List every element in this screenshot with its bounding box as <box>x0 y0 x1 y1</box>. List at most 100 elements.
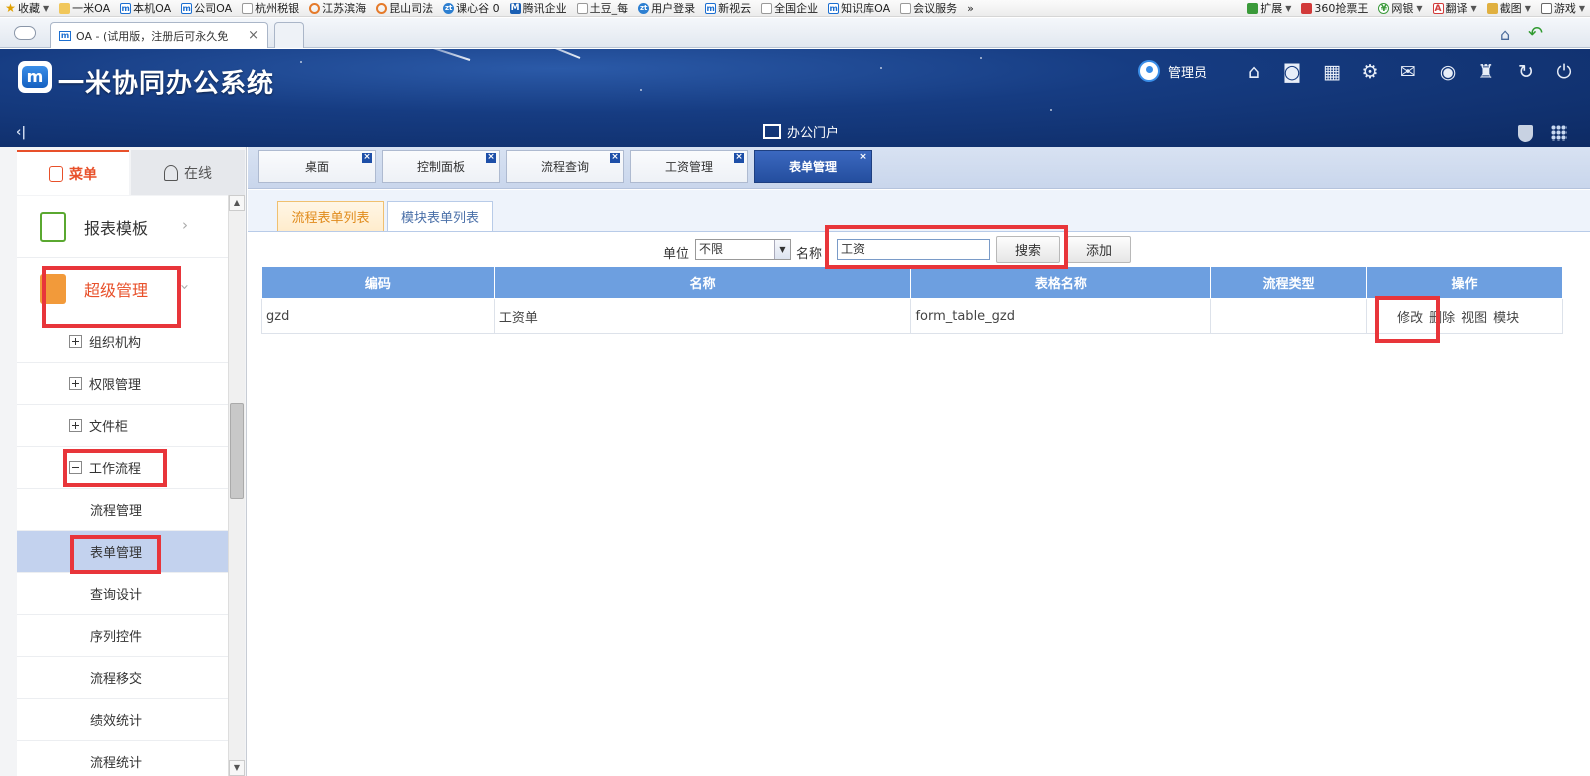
tab-flow-query[interactable]: 流程查询 × <box>506 150 624 183</box>
sidebar: 菜单 在线 报表模板 › 超级管理 › 组织机构 权限管理 文件柜 工作流程 流… <box>0 147 247 776</box>
bank-menu[interactable]: ¥ 网银 ▼ <box>1373 0 1427 16</box>
column-header-flow-type[interactable]: 流程类型 <box>1210 266 1368 299</box>
mail-icon[interactable]: ✉ <box>1396 61 1420 83</box>
bookmark-item[interactable]: m 公司OA <box>176 0 237 16</box>
game-menu[interactable]: 游戏 ▼ <box>1536 0 1590 16</box>
sidebar-item-org-structure[interactable]: 组织机构 <box>17 321 228 363</box>
screenshot-menu[interactable]: 截图 ▼ <box>1482 0 1536 16</box>
user-menu[interactable]: 管理员 <box>1138 60 1207 82</box>
sidebar-item-form-management[interactable]: 表单管理 <box>17 531 228 573</box>
power-icon[interactable]: ⏻ <box>1552 61 1576 83</box>
apps-grid-icon[interactable] <box>1551 125 1567 141</box>
home-icon[interactable]: ⌂ <box>1242 61 1266 83</box>
sidebar-item-flow-transfer[interactable]: 流程移交 <box>17 657 228 699</box>
column-header-code[interactable]: 编码 <box>261 266 495 299</box>
collapse-minus-icon[interactable] <box>69 461 82 474</box>
bookmark-item[interactable]: 土豆_每 <box>572 0 634 16</box>
report-icon <box>40 211 66 242</box>
translate-menu[interactable]: A 翻译 ▼ <box>1428 0 1482 16</box>
camera-icon[interactable]: ◙ <box>1280 61 1304 83</box>
search-button[interactable]: 搜索 <box>996 236 1060 263</box>
folder-icon <box>59 2 71 14</box>
tab-desktop[interactable]: 桌面 × <box>258 150 376 183</box>
sidebar-item-flow-management[interactable]: 流程管理 <box>17 489 228 531</box>
cloud-icon[interactable] <box>14 26 36 40</box>
tab-online[interactable]: 在线 <box>131 150 245 195</box>
user-circle-icon[interactable]: ◉ <box>1436 61 1460 83</box>
expand-plus-icon[interactable] <box>69 335 82 348</box>
refresh-icon[interactable]: ↻ <box>1514 61 1538 83</box>
edit-link[interactable]: 修改 <box>1397 307 1423 326</box>
user-avatar-icon <box>1138 60 1160 82</box>
bookmark-item[interactable]: 昆山司法 <box>371 0 438 16</box>
dropdown-arrow-icon: ▼ <box>1470 3 1477 13</box>
meteor-decoration <box>403 49 471 61</box>
theme-shirt-icon[interactable]: ♜ <box>1474 61 1498 83</box>
office-portal-link[interactable]: 办公门户 <box>763 122 839 141</box>
delete-link[interactable]: 删除 <box>1429 307 1455 326</box>
bookmark-item[interactable]: m 新视云 <box>700 0 756 16</box>
close-icon[interactable]: × <box>734 153 744 163</box>
close-icon[interactable]: × <box>858 153 868 163</box>
bookmark-item[interactable]: 江苏滨海 <box>304 0 371 16</box>
swirl-icon <box>309 2 321 14</box>
sidebar-scrollbar[interactable]: ▲ ▼ <box>228 195 245 776</box>
bookmark-item[interactable]: 一米OA <box>54 0 115 16</box>
calendar-icon[interactable]: ▦ <box>1320 61 1344 83</box>
close-icon[interactable]: × <box>610 153 620 163</box>
sidebar-item-permissions[interactable]: 权限管理 <box>17 363 228 405</box>
bookmark-item[interactable]: M 腾讯企业 <box>505 0 572 16</box>
sidebar-item-performance-stats[interactable]: 绩效统计 <box>17 699 228 741</box>
tab-flow-form-list[interactable]: 流程表单列表 <box>277 201 384 231</box>
add-button[interactable]: 添加 <box>1067 236 1131 263</box>
collapse-sidebar-icon[interactable]: ‹| <box>16 125 26 140</box>
column-header-name[interactable]: 名称 <box>493 266 912 299</box>
column-header-table-name[interactable]: 表格名称 <box>910 266 1212 299</box>
close-icon[interactable]: × <box>486 153 496 163</box>
bookmark-item[interactable]: zt 课心谷 0 <box>438 0 505 16</box>
sidebar-item-file-cabinet[interactable]: 文件柜 <box>17 405 228 447</box>
browser-tab-active[interactable]: m OA - (试用版，注册后可永久免 × <box>50 22 268 48</box>
sidebar-item-query-design[interactable]: 查询设计 <box>17 573 228 615</box>
expand-plus-icon[interactable] <box>69 419 82 432</box>
bookmark-item[interactable]: 会议服务 <box>895 0 962 16</box>
shield-icon[interactable] <box>1518 125 1533 142</box>
bookmark-item[interactable]: m 知识库OA <box>823 0 895 16</box>
bookmark-item[interactable]: 全国企业 <box>756 0 823 16</box>
menu-group-super-admin[interactable]: 超级管理 › <box>17 258 228 320</box>
close-icon[interactable]: × <box>362 153 372 163</box>
tab-module-form-list[interactable]: 模块表单列表 <box>387 201 493 231</box>
bookmark-item[interactable]: m 本机OA <box>115 0 176 16</box>
star-decoration <box>880 67 882 69</box>
sidebar-item-workflow[interactable]: 工作流程 <box>17 447 228 489</box>
new-tab-button[interactable] <box>274 22 304 48</box>
expand-plus-icon[interactable] <box>69 377 82 390</box>
view-link[interactable]: 视图 <box>1461 307 1487 326</box>
dropdown-arrow-icon: ▼ <box>1285 3 1292 13</box>
tab-menu[interactable]: 菜单 <box>17 150 129 195</box>
gear-icon[interactable]: ⚙ <box>1358 61 1382 83</box>
unit-select[interactable]: 不限 ▼ <box>695 239 791 260</box>
sidebar-item-flow-stats[interactable]: 流程统计 <box>17 741 228 776</box>
menu-group-report-templates[interactable]: 报表模板 › <box>17 196 228 258</box>
scrollbar-thumb[interactable] <box>230 403 244 499</box>
bookmark-item[interactable]: 杭州税银 <box>237 0 304 16</box>
tab-salary-management[interactable]: 工资管理 × <box>630 150 748 183</box>
scroll-up-arrow-icon[interactable]: ▲ <box>229 195 245 211</box>
tab-control-panel[interactable]: 控制面板 × <box>382 150 500 183</box>
tab-form-management[interactable]: 表单管理 × <box>754 150 872 183</box>
name-search-input[interactable]: 工资 <box>837 239 990 260</box>
ticket-tool[interactable]: 360抢票王 <box>1296 0 1373 16</box>
sidebar-item-sequence-control[interactable]: 序列控件 <box>17 615 228 657</box>
home-icon[interactable]: ⌂ <box>1500 25 1510 44</box>
bookmarks-more-button[interactable]: » <box>962 0 979 16</box>
bookmark-item[interactable]: zt 用户登录 <box>633 0 700 16</box>
bookmark-favorites[interactable]: ★ 收藏 ▼ <box>0 0 54 16</box>
extension-menu[interactable]: 扩展 ▼ <box>1242 0 1296 16</box>
back-arrow-icon[interactable]: ↶ <box>1528 23 1543 44</box>
close-tab-icon[interactable]: × <box>248 28 259 43</box>
module-link[interactable]: 模块 <box>1493 307 1519 326</box>
zt-icon: zt <box>443 2 455 14</box>
scroll-down-arrow-icon[interactable]: ▼ <box>229 760 245 776</box>
dropdown-arrow-icon: ▼ <box>1416 3 1423 13</box>
